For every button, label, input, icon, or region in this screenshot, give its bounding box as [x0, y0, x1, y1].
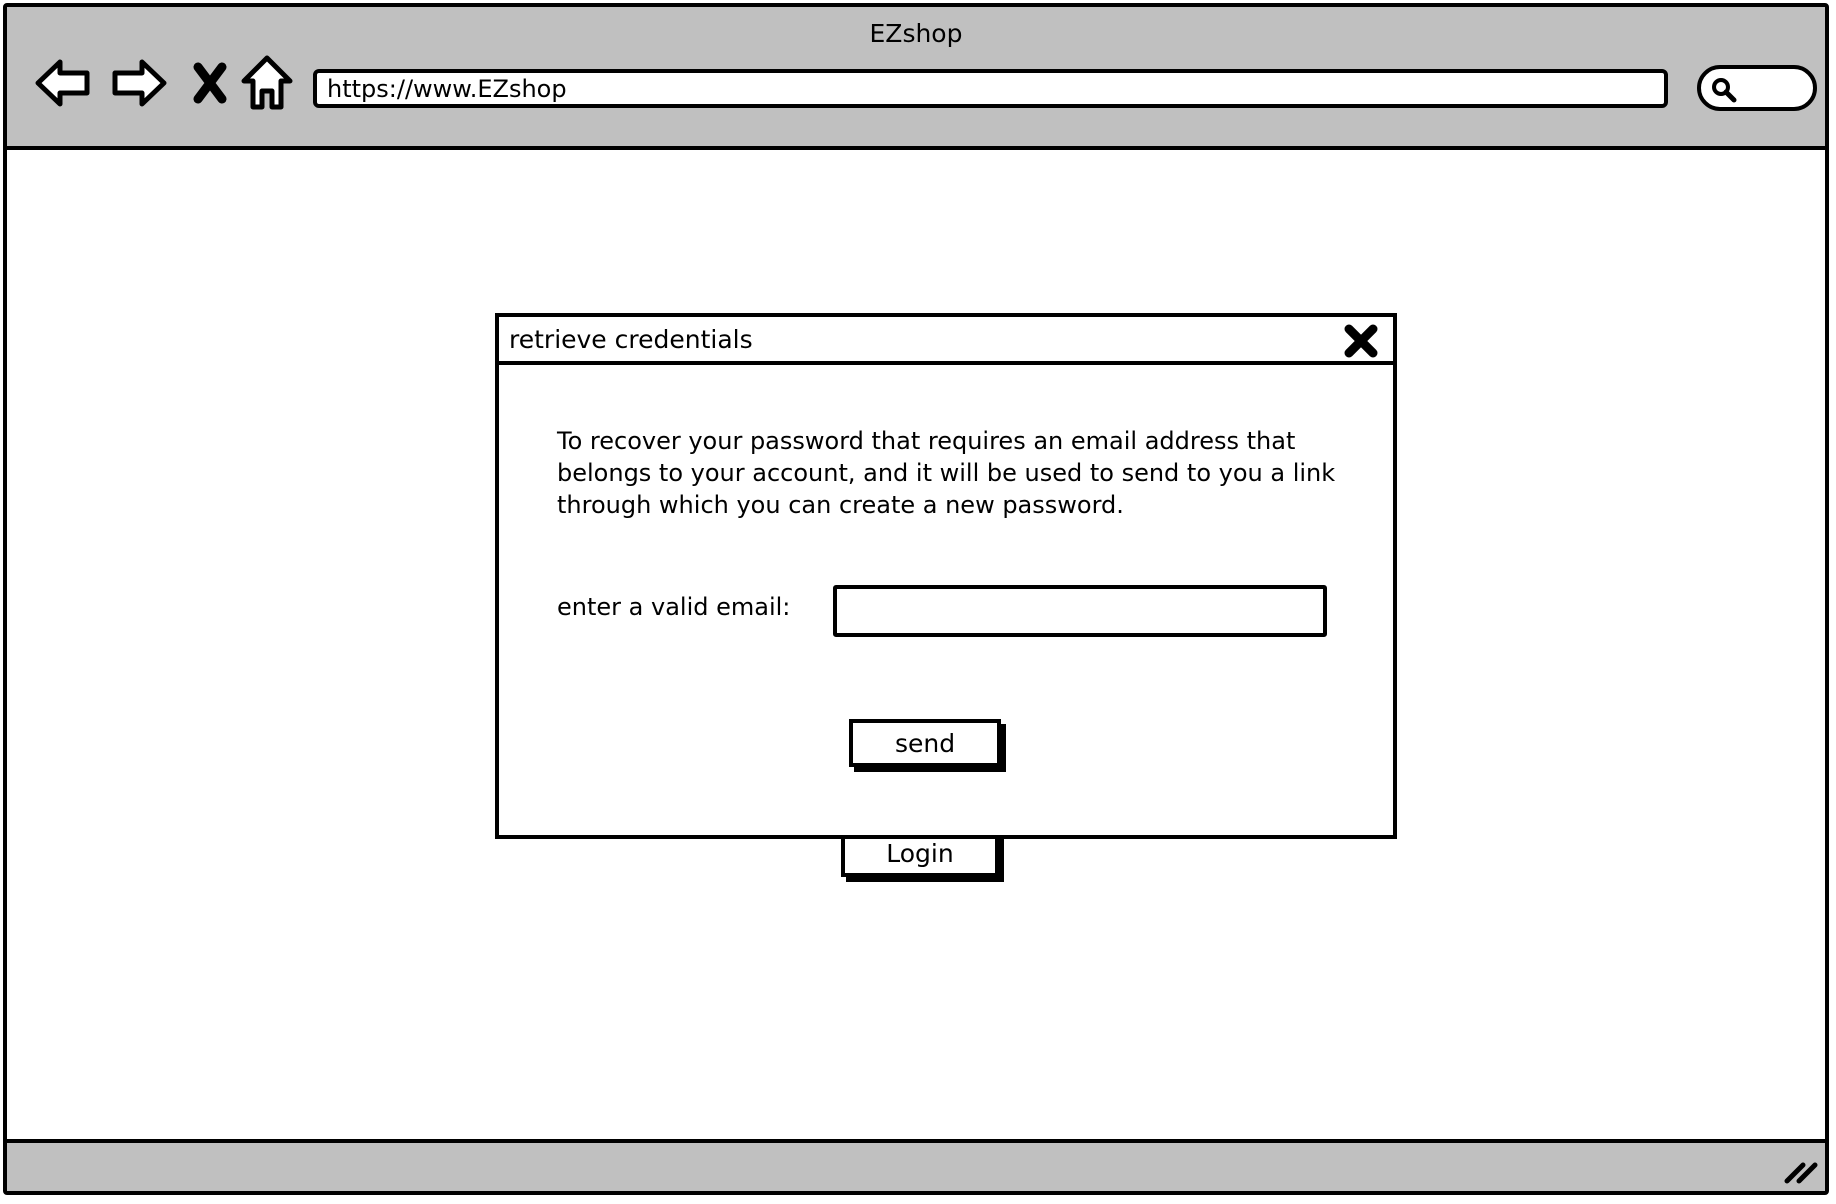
resize-grip-icon[interactable] [1783, 1155, 1819, 1185]
send-button-label: send [894, 728, 956, 758]
dialog-header: retrieve credentials [499, 317, 1393, 365]
login-button-label: Login [886, 838, 954, 868]
dialog-title: retrieve credentials [509, 324, 753, 354]
forward-arrow-icon[interactable] [107, 51, 171, 115]
browser-toolbar: EZshop https://www.EZshop [7, 7, 1825, 150]
window-title: EZshop [869, 19, 963, 48]
back-arrow-icon[interactable] [31, 51, 95, 115]
search-field[interactable] [1697, 65, 1817, 111]
email-input[interactable] [833, 585, 1327, 637]
email-label: enter a valid email: [557, 593, 791, 621]
send-button[interactable]: send [849, 719, 1001, 767]
status-bar [7, 1139, 1825, 1191]
address-bar[interactable]: https://www.EZshop [313, 69, 1668, 108]
retrieve-credentials-dialog: retrieve credentials To recover your pas… [495, 313, 1397, 839]
dialog-message: To recover your password that requires a… [557, 427, 1336, 519]
close-icon[interactable] [1343, 323, 1379, 359]
url-text: https://www.EZshop [327, 74, 567, 103]
browser-window: EZshop https://www.EZshop Login retrieve… [3, 3, 1829, 1195]
search-icon [1712, 78, 1737, 103]
home-icon[interactable] [235, 51, 299, 115]
stop-icon[interactable] [178, 51, 242, 115]
